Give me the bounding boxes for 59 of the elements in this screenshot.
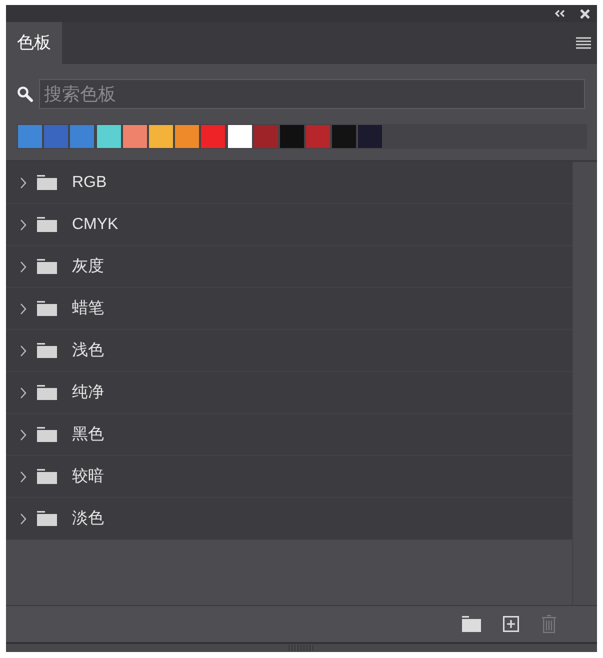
color-swatch-icon[interactable] [332, 125, 356, 148]
folder-icon [37, 259, 57, 274]
group-label: 淡色 [72, 508, 104, 528]
close-icon[interactable] [580, 8, 590, 18]
color-swatch-icon[interactable] [44, 125, 68, 148]
swatch-group-row[interactable]: 纯净 [6, 372, 572, 414]
folder-icon [37, 175, 57, 190]
swatch-group-row[interactable]: 较暗 [6, 456, 572, 498]
panel-tab[interactable]: 色板 [6, 22, 62, 64]
color-swatch-icon[interactable] [280, 125, 304, 148]
color-swatch-icon[interactable] [306, 125, 330, 148]
group-label: 灰度 [72, 256, 104, 276]
group-label: RGB [72, 172, 107, 192]
swatch-group-row[interactable]: 灰度 [6, 246, 572, 288]
chevron-icon[interactable] [20, 428, 27, 440]
folder-icon[interactable] [462, 616, 481, 632]
folder-icon [37, 469, 57, 484]
group-label: 浅色 [72, 340, 104, 360]
chevron-icon[interactable] [20, 512, 27, 524]
add-icon[interactable] [503, 616, 519, 632]
group-label: 纯净 [72, 382, 104, 402]
swatch-group-row[interactable]: 黑色 [6, 414, 572, 456]
color-swatch-icon[interactable] [96, 125, 121, 148]
color-swatch-icon[interactable] [201, 125, 226, 148]
color-swatch-icon[interactable] [70, 125, 94, 148]
color-swatch-icon[interactable] [254, 125, 278, 148]
chevron-icon[interactable] [20, 344, 27, 356]
color-swatch-icon[interactable] [18, 125, 42, 148]
resize-grip-icon[interactable] [288, 645, 316, 651]
folder-icon [37, 217, 57, 232]
group-label: 黑色 [72, 424, 104, 444]
menu-icon[interactable] [576, 37, 591, 49]
group-label: 较暗 [72, 466, 104, 486]
chevron-icon[interactable] [20, 176, 27, 188]
color-swatch-icon[interactable] [148, 125, 173, 148]
collapse-icon[interactable] [555, 10, 565, 17]
chevron-icon[interactable] [20, 470, 27, 482]
folder-icon [37, 301, 57, 316]
folder-icon [37, 385, 57, 400]
color-swatch-icon[interactable] [122, 125, 147, 148]
chevron-icon[interactable] [20, 302, 27, 314]
swatch-group-row[interactable]: 浅色 [6, 330, 572, 372]
folder-icon [37, 343, 57, 358]
group-label: 蜡笔 [72, 298, 104, 318]
folder-icon [37, 511, 57, 526]
chevron-icon[interactable] [20, 260, 27, 272]
swatch-group-row[interactable]: CMYK [6, 204, 572, 246]
group-label: CMYK [72, 214, 118, 234]
color-swatch-icon[interactable] [358, 125, 382, 148]
swatch-group-row[interactable]: 淡色 [6, 498, 572, 540]
folder-icon [37, 427, 57, 442]
chevron-icon[interactable] [20, 386, 27, 398]
swatch-group-row[interactable]: 蜡笔 [6, 288, 572, 330]
color-swatch-icon[interactable] [175, 125, 200, 148]
search-field[interactable]: 搜索色板 [39, 79, 585, 109]
swatch-group-row[interactable]: RGB [6, 162, 572, 204]
search-icon [17, 86, 33, 102]
color-swatch-icon[interactable] [228, 125, 252, 148]
chevron-icon[interactable] [20, 218, 27, 230]
